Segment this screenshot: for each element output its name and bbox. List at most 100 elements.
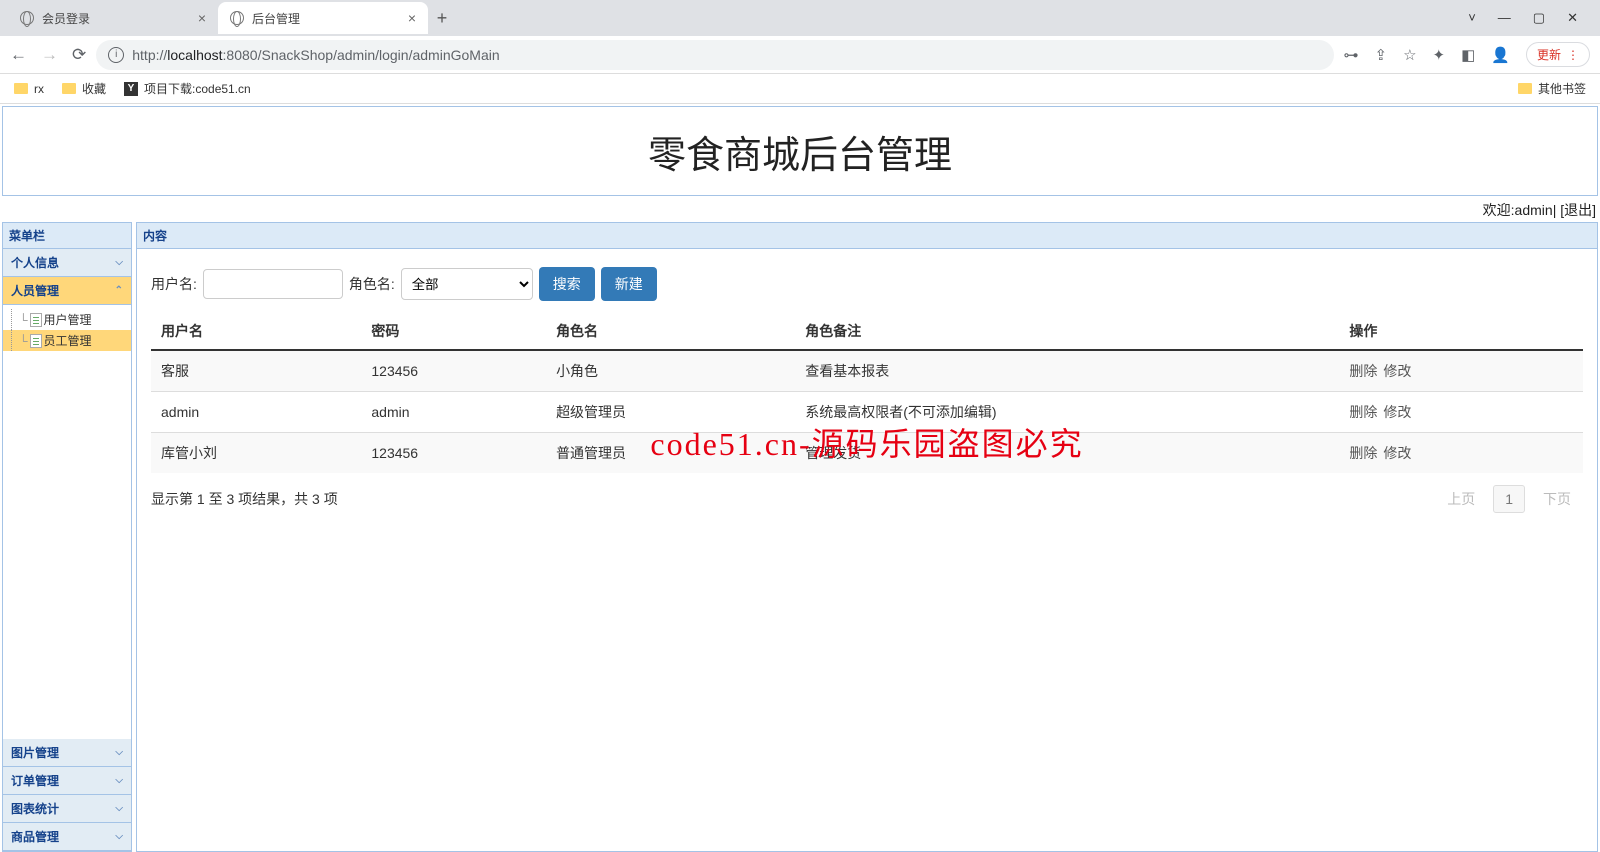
folder-icon	[14, 83, 28, 94]
sidebar-item-personnel[interactable]: 人员管理 ⌃	[3, 277, 131, 305]
col-password: 密码	[361, 313, 546, 350]
cell-username: admin	[151, 392, 361, 433]
tab-strip: 会员登录 × 后台管理 × + ˅ — ▢ ✕	[0, 0, 1600, 36]
pager-page-1[interactable]: 1	[1493, 485, 1525, 513]
col-remark: 角色备注	[795, 313, 1339, 350]
app-header: 零食商城后台管理	[2, 106, 1598, 196]
tab-member-login[interactable]: 会员登录 ×	[8, 2, 218, 34]
sidebar-item-products[interactable]: 商品管理 ⌵	[3, 823, 131, 851]
sidebar: 菜单栏 个人信息 ⌵ 人员管理 ⌃ └ 用户管理	[2, 222, 132, 852]
welcome-bar: 欢迎:admin| [退出]	[0, 198, 1600, 222]
sidebar-item-label: 商品管理	[11, 828, 59, 845]
close-icon[interactable]: ×	[408, 10, 416, 26]
bookmark-rx[interactable]: rx	[14, 82, 44, 96]
sidebar-item-label: 订单管理	[11, 772, 59, 789]
globe-icon	[20, 11, 34, 25]
document-icon	[30, 313, 42, 327]
sidebar-item-profile[interactable]: 个人信息 ⌵	[3, 249, 131, 277]
cell-role: 普通管理员	[546, 433, 795, 474]
chevron-icon: ⌵	[115, 257, 123, 268]
forward-icon[interactable]: →	[41, 45, 58, 65]
back-icon[interactable]: ←	[10, 45, 27, 65]
tree-item-user-mgmt[interactable]: └ 用户管理	[3, 309, 131, 330]
bookmark-bar: rx 收藏 Y项目下载:code51.cn 其他书签	[0, 74, 1600, 104]
pager: 上页 1 下页	[1435, 483, 1583, 515]
document-icon	[30, 334, 42, 348]
sidebar-item-label: 人员管理	[11, 282, 59, 299]
extensions-icon[interactable]: ✦	[1433, 46, 1446, 64]
table-row: 库管小刘123456普通管理员管理发货删除修改	[151, 433, 1583, 474]
key-icon[interactable]: ⊶	[1344, 46, 1359, 64]
share-icon[interactable]: ⇪	[1375, 46, 1388, 64]
cell-role: 超级管理员	[546, 392, 795, 433]
sidebar-item-label: 个人信息	[11, 254, 59, 271]
col-role: 角色名	[546, 313, 795, 350]
table-footer: 显示第 1 至 3 项结果，共 3 项 上页 1 下页	[151, 483, 1583, 515]
tab-admin[interactable]: 后台管理 ×	[218, 2, 428, 34]
cell-username: 客服	[151, 350, 361, 392]
welcome-prefix: 欢迎:	[1483, 202, 1515, 218]
welcome-user: admin	[1515, 202, 1553, 218]
new-button[interactable]: 新建	[601, 267, 657, 301]
main-panel: 内容 用户名: 角色名: 全部 搜索 新建 用户名 密码	[136, 222, 1598, 852]
sidebar-item-label: 图表统计	[11, 800, 59, 817]
tree-item-staff-mgmt[interactable]: └ 员工管理	[3, 330, 131, 351]
chevron-icon: ⌵	[115, 775, 123, 786]
cell-remark: 管理发货	[795, 433, 1339, 474]
profile-icon[interactable]: 👤	[1491, 46, 1510, 64]
bookmark-other[interactable]: 其他书签	[1518, 80, 1586, 97]
sidebar-item-label: 图片管理	[11, 744, 59, 761]
table-row: adminadmin超级管理员系统最高权限者(不可添加编辑)删除修改	[151, 392, 1583, 433]
col-username: 用户名	[151, 313, 361, 350]
url-input[interactable]: i http://localhost:8080/SnackShop/admin/…	[96, 40, 1333, 70]
delete-link[interactable]: 删除	[1349, 404, 1377, 420]
sidebar-item-charts[interactable]: 图表统计 ⌵	[3, 795, 131, 823]
tab-title: 后台管理	[252, 10, 300, 27]
sidebar-title: 菜单栏	[2, 222, 132, 249]
close-window-icon[interactable]: ✕	[1567, 10, 1578, 26]
sidebar-item-images[interactable]: 图片管理 ⌵	[3, 739, 131, 767]
cell-ops: 删除修改	[1339, 433, 1583, 474]
panel-icon[interactable]: ◧	[1461, 46, 1475, 64]
chevron-icon: ⌵	[115, 831, 123, 842]
search-button[interactable]: 搜索	[539, 267, 595, 301]
sidebar-item-orders[interactable]: 订单管理 ⌵	[3, 767, 131, 795]
close-icon[interactable]: ×	[198, 10, 206, 26]
edit-link[interactable]: 修改	[1383, 404, 1411, 420]
chevron-down-icon[interactable]: ˅	[1468, 10, 1476, 26]
cell-password: 123456	[361, 433, 546, 474]
update-button[interactable]: 更新 ⋮	[1526, 42, 1590, 67]
pager-next[interactable]: 下页	[1531, 483, 1583, 515]
chevron-icon: ⌵	[115, 747, 123, 758]
chevron-icon: ⌵	[115, 803, 123, 814]
role-select[interactable]: 全部	[401, 268, 533, 300]
pager-prev[interactable]: 上页	[1435, 483, 1487, 515]
username-input[interactable]	[203, 269, 343, 299]
cell-remark: 系统最高权限者(不可添加编辑)	[795, 392, 1339, 433]
delete-link[interactable]: 删除	[1349, 363, 1377, 379]
role-label: 角色名:	[349, 274, 395, 294]
logout-link[interactable]: [退出]	[1560, 202, 1596, 218]
app-title: 零食商城后台管理	[648, 124, 952, 179]
browser-chrome: 会员登录 × 后台管理 × + ˅ — ▢ ✕ ← → ⟳ i http://l…	[0, 0, 1600, 104]
filter-row: 用户名: 角色名: 全部 搜索 新建	[151, 267, 1583, 301]
edit-link[interactable]: 修改	[1383, 363, 1411, 379]
maximize-icon[interactable]: ▢	[1533, 10, 1545, 26]
edit-link[interactable]: 修改	[1383, 445, 1411, 461]
window-controls: ˅ — ▢ ✕	[1468, 10, 1592, 26]
table-row: 客服123456小角色查看基本报表删除修改	[151, 350, 1583, 392]
cell-username: 库管小刘	[151, 433, 361, 474]
address-bar: ← → ⟳ i http://localhost:8080/SnackShop/…	[0, 36, 1600, 74]
site-info-icon[interactable]: i	[108, 47, 124, 63]
minimize-icon[interactable]: —	[1498, 10, 1511, 26]
folder-icon	[62, 83, 76, 94]
new-tab-button[interactable]: +	[428, 4, 456, 32]
reload-icon[interactable]: ⟳	[72, 45, 86, 65]
bookmark-project[interactable]: Y项目下载:code51.cn	[124, 80, 251, 97]
delete-link[interactable]: 删除	[1349, 445, 1377, 461]
col-ops: 操作	[1339, 313, 1583, 350]
star-icon[interactable]: ☆	[1403, 46, 1416, 64]
cell-remark: 查看基本报表	[795, 350, 1339, 392]
bookmark-fav[interactable]: 收藏	[62, 80, 106, 97]
cell-password: 123456	[361, 350, 546, 392]
